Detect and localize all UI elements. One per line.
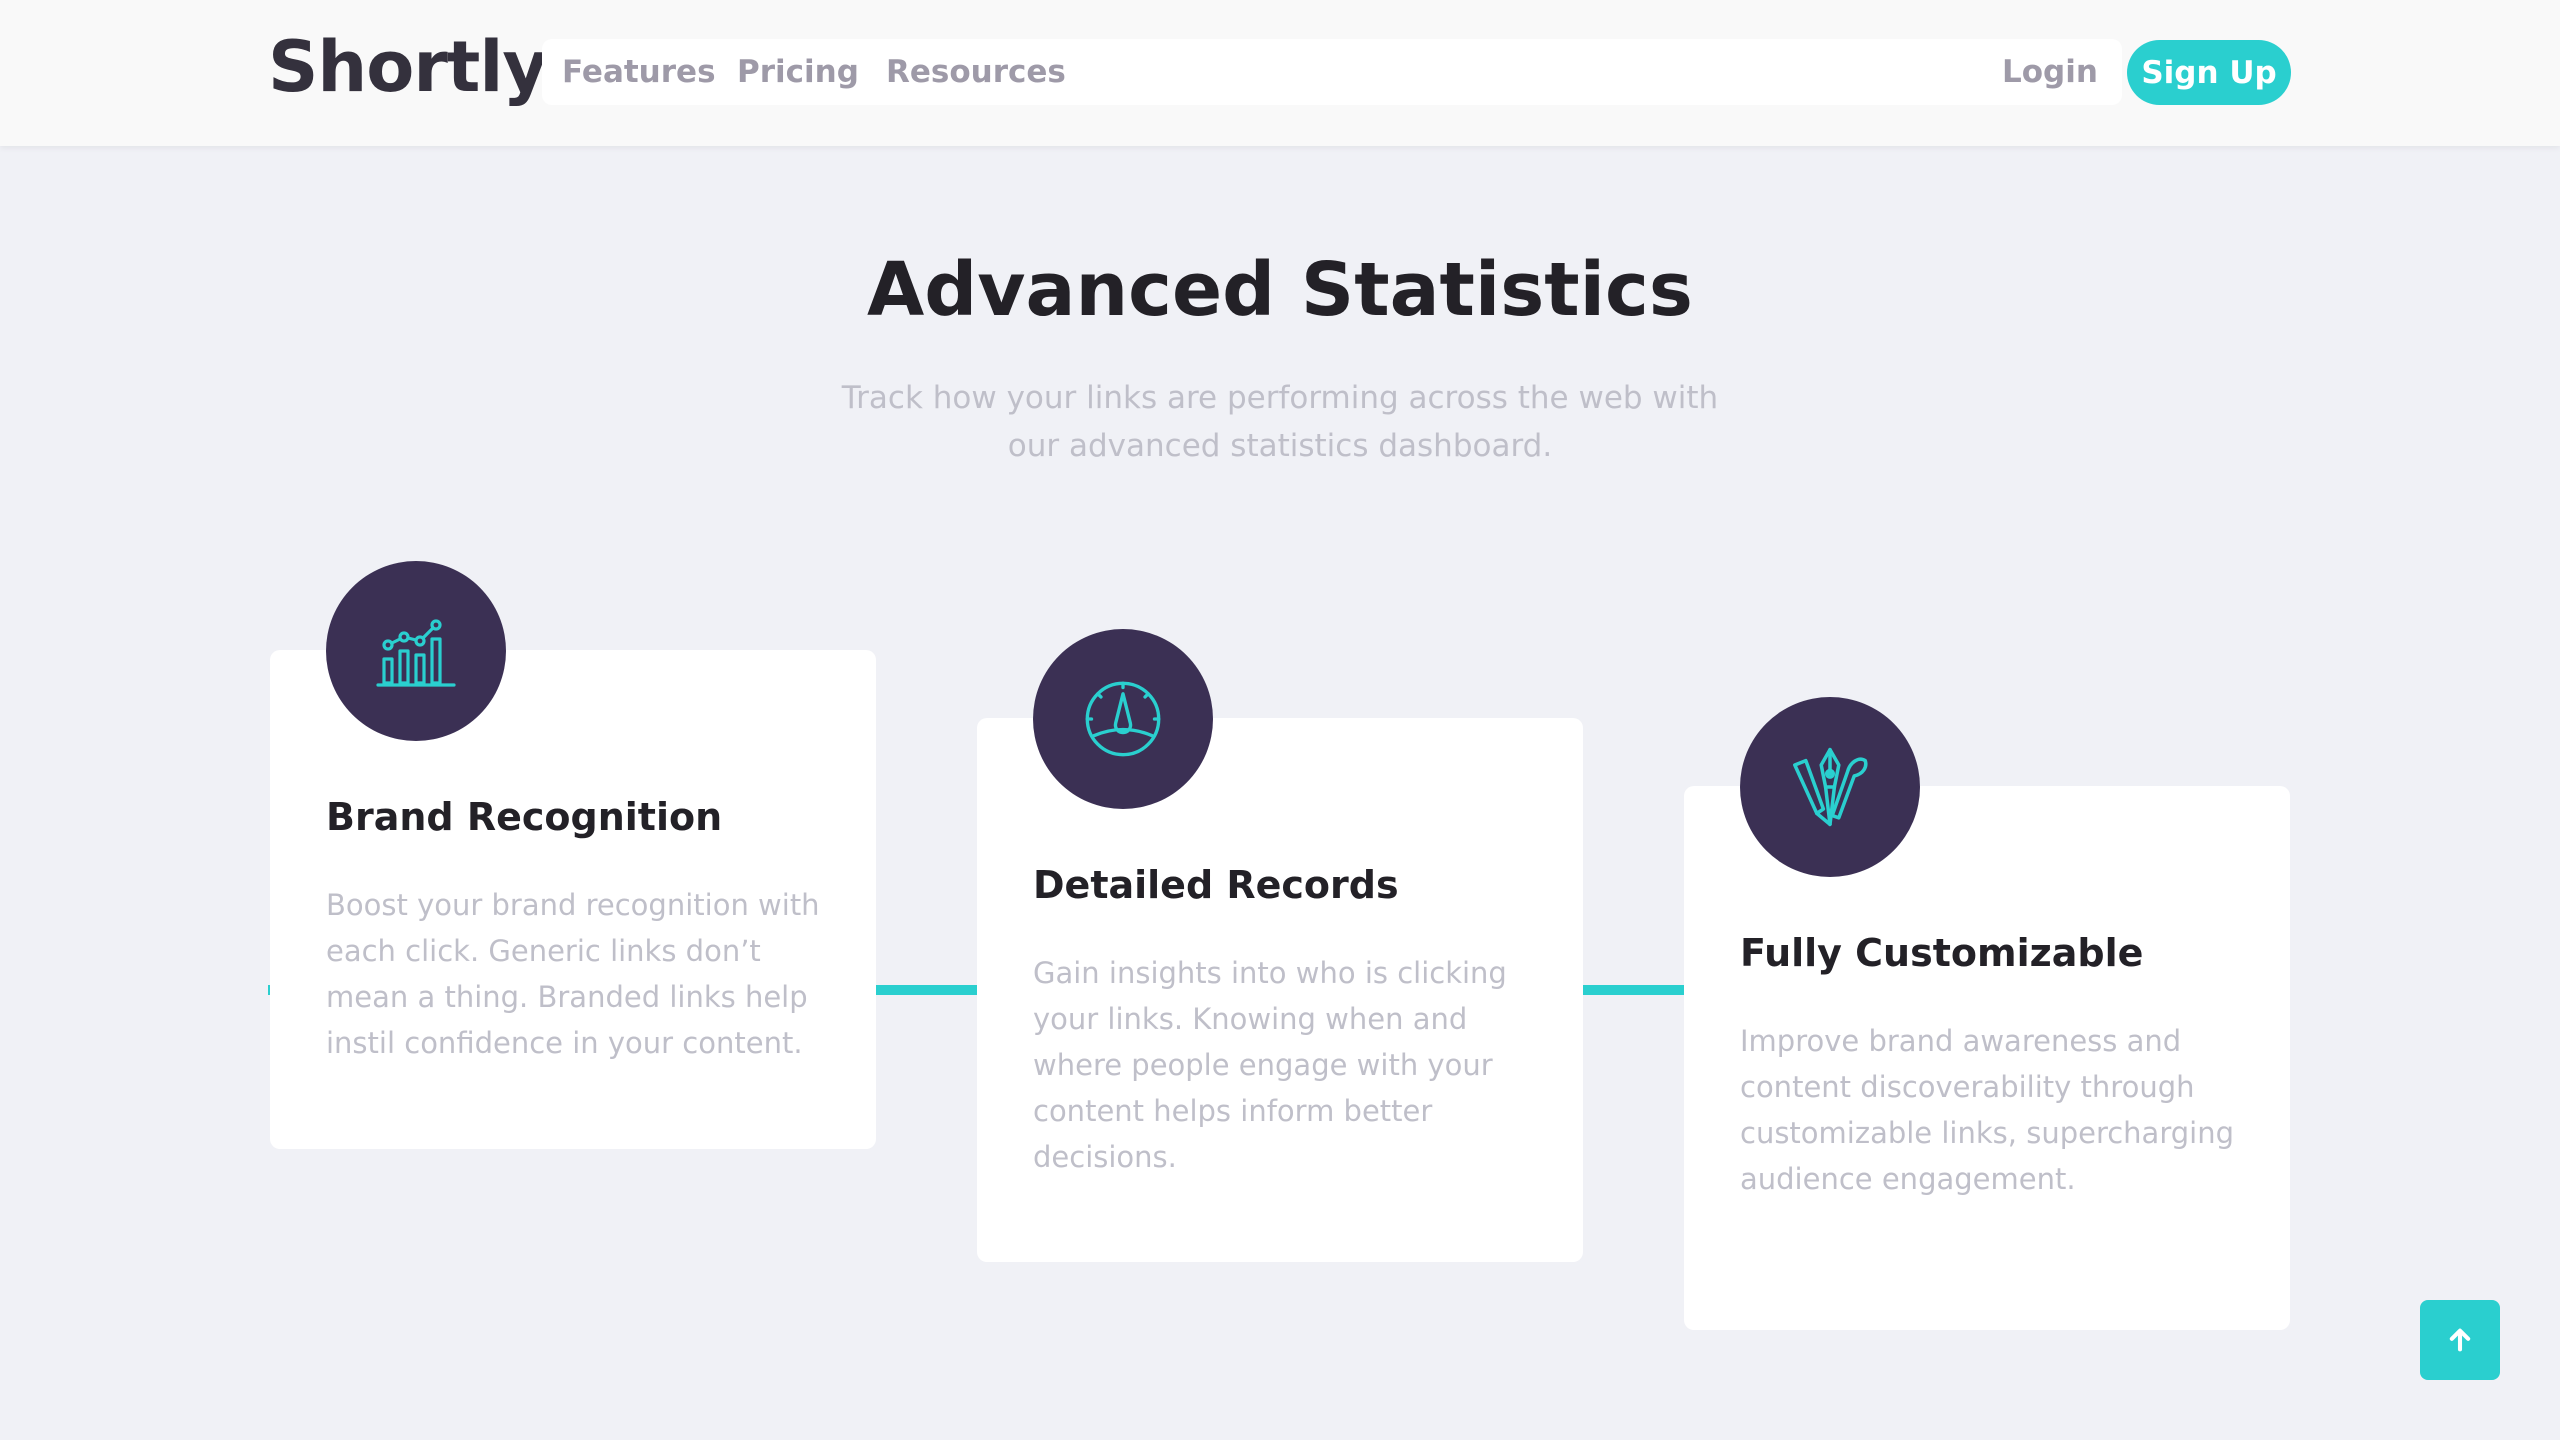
main-nav: Features Pricing Resources <box>542 39 2122 105</box>
nav-link-resources[interactable]: Resources <box>886 39 1066 105</box>
card-text: Boost your brand recognition with each c… <box>326 888 820 1060</box>
site-header: Shortly Features Pricing Resources Login… <box>0 0 2560 146</box>
connector-line <box>876 985 978 995</box>
card-title: Brand Recognition <box>326 795 723 839</box>
detailed-records-icon <box>1033 629 1213 809</box>
logo[interactable]: Shortly <box>268 22 548 112</box>
arrow-up-icon <box>2449 1328 2471 1352</box>
brand-recognition-icon <box>326 561 506 741</box>
card-title: Detailed Records <box>1033 863 1399 907</box>
scroll-to-top-button[interactable] <box>2420 1300 2500 1380</box>
nav-link-features[interactable]: Features <box>562 39 716 105</box>
section-title: Advanced Statistics <box>867 247 1693 333</box>
fully-customizable-icon <box>1740 697 1920 877</box>
nav-link-pricing[interactable]: Pricing <box>737 39 859 105</box>
card-text: Gain insights into who is clicking your … <box>1033 956 1507 1174</box>
card-title: Fully Customizable <box>1740 931 2144 975</box>
signup-button[interactable]: Sign Up <box>2127 40 2291 105</box>
connector-line <box>1582 985 1684 995</box>
feature-card-fully-customizable: Fully Customizable Improve brand awarene… <box>1684 786 2290 1330</box>
feature-card-detailed-records: Detailed Records Gain insights into who … <box>977 718 1583 1262</box>
feature-card-brand-recognition: Brand Recognition Boost your brand recog… <box>270 650 876 1149</box>
login-link[interactable]: Login <box>2002 39 2098 105</box>
section-subtitle: Track how your links are performing acro… <box>841 380 1719 464</box>
card-text: Improve brand awareness and content disc… <box>1740 1024 2234 1196</box>
